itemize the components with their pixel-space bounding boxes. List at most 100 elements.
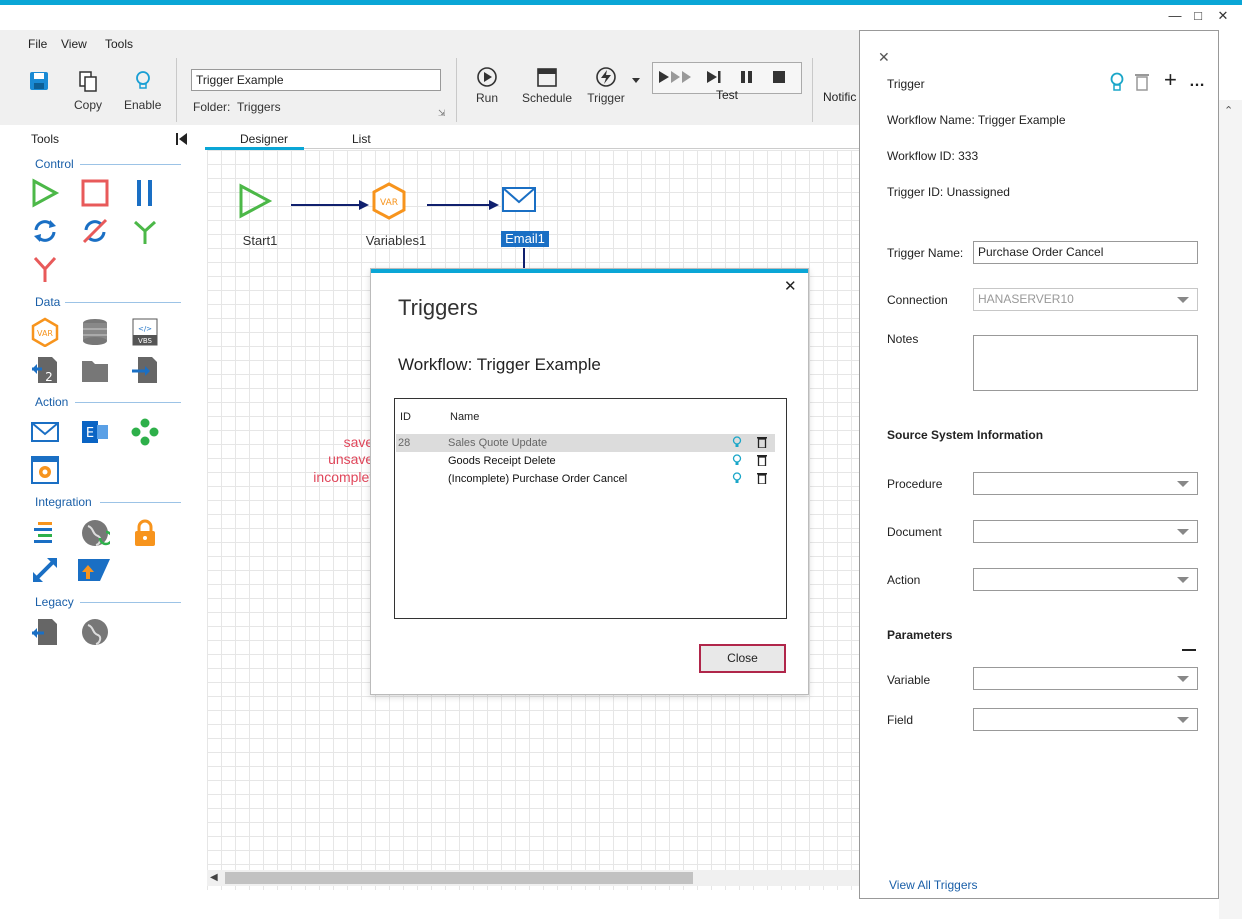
program-tool-icon[interactable] <box>30 455 60 485</box>
dialog-close-icon[interactable]: ✕ <box>784 277 797 295</box>
legacy-web-tool-icon[interactable] <box>80 617 110 647</box>
trigger-button[interactable]: Trigger <box>585 66 627 105</box>
database-tool-icon[interactable] <box>80 317 110 347</box>
procedure-select[interactable] <box>973 472 1198 495</box>
connection-label: Connection <box>887 293 948 307</box>
view-all-triggers-link[interactable]: View All Triggers <box>889 878 977 892</box>
tab-list[interactable]: List <box>352 132 371 146</box>
trigger-properties-panel: ✕ Trigger + … Workflow Name: Trigger Exa… <box>859 30 1219 899</box>
workflow-id-text: Workflow ID: 333 <box>887 149 979 163</box>
tab-designer[interactable]: Designer <box>240 132 288 146</box>
scroll-left-icon[interactable]: ◀ <box>210 872 218 883</box>
enable-trigger-icon[interactable] <box>732 436 742 451</box>
email-tool-icon[interactable] <box>30 417 60 447</box>
panel-close-icon[interactable]: ✕ <box>878 49 890 66</box>
row-id: 28 <box>398 437 411 449</box>
break-loop-tool-icon[interactable] <box>80 216 110 246</box>
web-service-tool-icon[interactable] <box>80 518 114 548</box>
stop-icon[interactable] <box>773 71 785 86</box>
field-select[interactable] <box>973 708 1198 731</box>
run-button[interactable]: Run <box>475 66 499 105</box>
branch-tool-icon[interactable] <box>130 216 160 246</box>
field-label: Field <box>887 713 914 727</box>
group-divider <box>80 164 181 165</box>
sync-tool-icon[interactable] <box>30 555 60 585</box>
chevron-down-icon <box>1177 717 1189 723</box>
chevron-down-icon <box>1177 297 1189 303</box>
close-button[interactable]: Close <box>699 644 786 673</box>
save-button[interactable] <box>28 70 50 95</box>
enable-trigger-icon[interactable] <box>732 472 742 487</box>
table-row[interactable]: (Incomplete) Purchase Order Cancel <box>396 470 775 488</box>
import-file-tool-icon[interactable]: 2 <box>30 355 60 385</box>
menu-tools[interactable]: Tools <box>105 37 133 51</box>
export-file-tool-icon[interactable] <box>130 355 160 385</box>
connector-tool-icon[interactable] <box>130 417 160 447</box>
delete-trigger-icon[interactable] <box>757 472 767 487</box>
scroll-thumb[interactable] <box>225 872 693 884</box>
variable-tool-icon[interactable]: VAR <box>30 317 60 348</box>
enable-button[interactable]: Enable <box>124 70 161 112</box>
action-select[interactable] <box>973 568 1198 591</box>
chevron-down-icon <box>1177 529 1189 535</box>
group-data-title: Data <box>35 295 61 309</box>
legacy-file-tool-icon[interactable] <box>30 617 60 647</box>
notes-textarea[interactable] <box>973 335 1198 391</box>
notifications-label[interactable]: Notific <box>823 90 856 104</box>
table-row[interactable]: Goods Receipt Delete <box>396 452 775 470</box>
trigger-name-input[interactable]: Purchase Order Cancel <box>973 241 1198 264</box>
start-tool-icon[interactable] <box>30 178 60 208</box>
folder-tool-icon[interactable] <box>80 355 110 385</box>
copy-button[interactable]: Copy <box>74 70 102 112</box>
delete-trigger-icon[interactable] <box>757 436 767 451</box>
exchange-tool-icon[interactable]: E <box>80 417 110 447</box>
vbs-script-tool-icon[interactable]: </> VBS <box>130 317 160 347</box>
menu-view[interactable]: View <box>61 37 87 51</box>
collapse-icon[interactable] <box>1182 649 1196 651</box>
variable-select[interactable] <box>973 667 1198 690</box>
enable-lightbulb-icon[interactable] <box>1109 72 1125 95</box>
maximize-icon[interactable]: □ <box>1188 8 1208 23</box>
step-through-icon[interactable] <box>658 70 694 87</box>
group-divider <box>75 402 181 403</box>
expand-corner-icon[interactable]: ⇲ <box>438 108 446 119</box>
chevron-down-icon <box>1177 481 1189 487</box>
trigger-dropdown-icon[interactable] <box>632 78 640 83</box>
task-list-tool-icon[interactable] <box>30 518 60 548</box>
pause-icon[interactable] <box>740 70 754 87</box>
step-next-icon[interactable] <box>706 70 722 87</box>
merge-tool-icon[interactable] <box>30 254 60 284</box>
loop-tool-icon[interactable] <box>30 216 60 246</box>
delete-trigger-icon[interactable] <box>757 454 767 469</box>
workflow-name-input[interactable]: Trigger Example <box>191 69 441 91</box>
title-accent-bar <box>0 0 1242 5</box>
horizontal-scrollbar[interactable]: ◀ <box>207 870 860 886</box>
table-row[interactable]: 28 Sales Quote Update <box>396 434 775 452</box>
trigger-id-text: Trigger ID: Unassigned <box>887 185 1010 199</box>
variables-node-icon[interactable]: VAR <box>371 182 407 223</box>
enable-trigger-icon[interactable] <box>732 454 742 469</box>
start-node-label: Start1 <box>242 233 278 248</box>
lock-tool-icon[interactable] <box>130 518 160 548</box>
add-icon[interactable]: + <box>1164 67 1177 93</box>
document-select[interactable] <box>973 520 1198 543</box>
connection-select[interactable]: HANASERVER10 <box>973 288 1198 311</box>
minimize-icon[interactable]: — <box>1165 8 1185 23</box>
connector-arrow <box>289 198 371 215</box>
procedure-label: Procedure <box>887 477 943 491</box>
scroll-up-icon[interactable]: ⌃ <box>1224 104 1233 117</box>
more-options-icon[interactable]: … <box>1189 73 1205 91</box>
schedule-button[interactable]: Schedule <box>521 66 573 105</box>
start-node-icon[interactable] <box>237 183 273 222</box>
email-node-icon[interactable] <box>501 186 537 217</box>
parallel-tool-icon[interactable] <box>130 178 160 208</box>
group-action-title: Action <box>35 395 69 409</box>
menu-file[interactable]: File <box>28 37 47 51</box>
delete-icon[interactable] <box>1135 73 1149 94</box>
svg-text:</>: </> <box>138 325 152 333</box>
upload-tool-icon[interactable] <box>76 555 110 585</box>
vertical-scrollbar[interactable]: ⌃ <box>1219 100 1242 919</box>
collapse-panel-icon[interactable] <box>176 132 188 149</box>
close-window-icon[interactable]: ✕ <box>1213 8 1233 24</box>
stop-tool-icon[interactable] <box>80 178 110 208</box>
